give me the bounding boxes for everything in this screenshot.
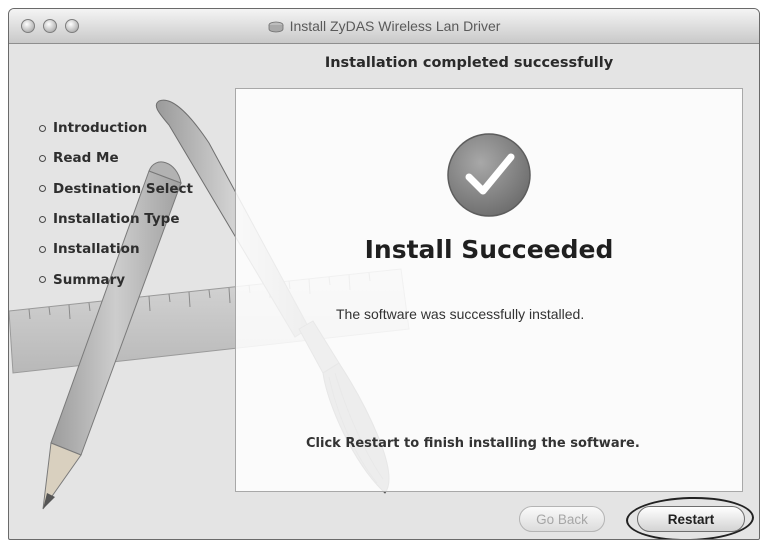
window-title-wrap: Install ZyDAS Wireless Lan Driver [9, 9, 759, 43]
step-read-me: Read Me [39, 143, 193, 173]
page-header: Installation completed successfully [324, 55, 614, 71]
status-title: Install Succeeded [364, 235, 614, 264]
step-summary: Summary [39, 264, 193, 294]
title-bar: Install ZyDAS Wireless Lan Driver [9, 9, 759, 44]
installer-steps: Introduction Read Me Destination Select … [39, 113, 193, 295]
status-message: The software was successfully installed. [336, 306, 585, 322]
step-installation: Installation [39, 234, 193, 264]
step-label: Summary [53, 271, 126, 288]
content-panel: Install Succeeded The software was succe… [235, 88, 743, 492]
step-label: Installation [53, 241, 140, 258]
window-title: Install ZyDAS Wireless Lan Driver [289, 18, 501, 34]
step-bullet-icon [39, 124, 46, 132]
step-destination-select: Destination Select [39, 174, 193, 204]
step-bullet-icon [39, 185, 46, 193]
step-label: Installation Type [53, 211, 180, 228]
disk-icon [268, 20, 284, 33]
step-bullet-icon [39, 215, 46, 223]
step-bullet-icon [39, 154, 46, 162]
step-label: Introduction [53, 120, 148, 137]
go-back-button[interactable]: Go Back [519, 506, 605, 532]
restart-instruction: Click Restart to finish installing the s… [306, 436, 640, 451]
step-bullet-icon [39, 245, 46, 253]
step-bullet-icon [39, 276, 46, 284]
step-label: Read Me [53, 150, 119, 167]
installer-window: Install ZyDAS Wireless Lan Driver Instal… [8, 8, 760, 540]
step-label: Destination Select [53, 180, 193, 197]
step-introduction: Introduction [39, 113, 193, 143]
step-installation-type: Installation Type [39, 204, 193, 234]
checkmark-icon [447, 133, 531, 217]
